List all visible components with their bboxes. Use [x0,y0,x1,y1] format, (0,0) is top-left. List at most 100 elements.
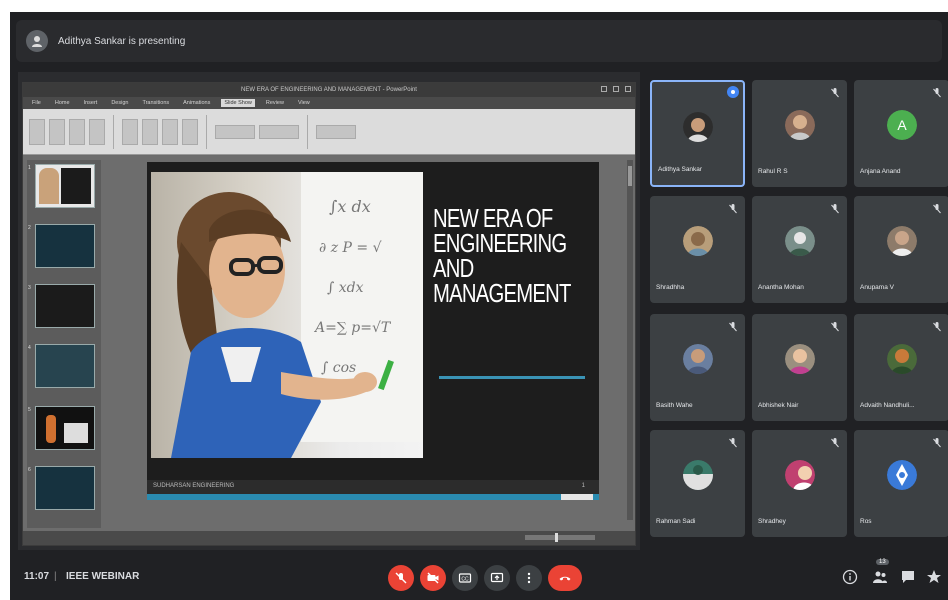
ribbon-button[interactable] [182,118,198,145]
slide-accent-line [439,376,585,379]
avatar [784,460,815,490]
presentation-stage: NEW ERA OF ENGINEERING AND MANAGEMENT - … [18,72,640,550]
mic-toggle-button[interactable] [388,565,414,591]
participant-name: Abhishek Nair [758,402,799,409]
mic-off-icon [729,322,737,332]
avatar [784,226,815,256]
minimize-icon[interactable] [601,86,607,92]
ribbon-tab[interactable]: View [295,99,313,107]
slide-thumbnail[interactable]: 1 [28,164,95,208]
participant-tile[interactable]: Shradhey [752,430,847,537]
presenter-avatar [26,30,48,52]
meeting-details-button[interactable] [842,569,858,585]
participant-name: Anantha Mohan [758,284,804,291]
participant-tile[interactable]: Rahul R S [752,80,847,187]
present-screen-button[interactable] [484,565,510,591]
zoom-slider[interactable] [525,533,595,542]
slide-thumbnail[interactable]: 4 [28,344,95,388]
avatar [886,460,917,490]
participant-tile[interactable]: Ros [854,430,948,537]
activities-icon [927,570,941,583]
chat-button[interactable] [900,569,916,585]
avatar [784,110,815,140]
mic-off-icon [395,572,407,584]
slide-photo: ∫x dx ∂ z P = √ ∫ xdx A=∑ p=√T ∫ cos [151,172,423,458]
pin-icon[interactable] [727,86,739,98]
participant-name: Anjana Anand [860,168,901,175]
participant-name: Advaith Nandhuli... [860,402,915,409]
ribbon-tab[interactable]: Insert [81,99,101,107]
meeting-time: 11:07 [24,571,50,582]
participant-tile[interactable]: Shradhha [650,196,745,303]
svg-text:CC: CC [461,577,469,583]
mic-off-icon [831,204,839,214]
ribbon-dropdown[interactable] [215,124,255,139]
svg-text:∫x dx: ∫x dx [329,197,371,216]
ribbon-divider [206,114,207,149]
ribbon-dropdown[interactable] [259,124,299,139]
ribbon-tab-active[interactable]: Slide Show [221,99,255,107]
participant-tile[interactable]: Adithya Sankar [650,80,745,187]
mic-off-icon [831,88,839,98]
participant-tile[interactable]: Advaith Nandhuli... [854,314,948,421]
ribbon-toolbar [23,109,635,155]
mic-off-icon [933,322,941,332]
slide-thumbnail[interactable]: 6 [28,466,95,510]
participant-tile[interactable]: A Anjana Anand [854,80,948,187]
maximize-icon[interactable] [613,86,619,92]
camera-toggle-button[interactable] [420,565,446,591]
powerpoint-status-bar [23,531,635,545]
slide-thumbnail[interactable]: 3 [28,284,95,328]
participant-name: Basith Wahe [656,402,693,409]
slide-thumbnail[interactable]: 5 [28,406,95,450]
ribbon-button[interactable] [89,118,105,145]
ribbon-button[interactable] [142,118,158,145]
participant-name: Ros [860,518,872,525]
powerpoint-window: NEW ERA OF ENGINEERING AND MANAGEMENT - … [22,82,636,546]
participant-tile[interactable]: Rahman Sadi [650,430,745,537]
slide-title: NEW ERA OF ENGINEERING AND MANAGEMENT [433,203,571,308]
vertical-scrollbar[interactable] [627,160,633,520]
avatar [682,112,713,142]
ribbon-tab[interactable]: Transitions [139,99,172,107]
captions-button[interactable]: CC [452,565,478,591]
ribbon-button[interactable] [122,118,138,145]
participant-name: Adithya Sankar [658,166,703,173]
ribbon-button[interactable] [162,118,178,145]
thumbnail-number: 5 [28,407,31,413]
participant-tile[interactable]: Abhishek Nair [752,314,847,421]
ribbon-divider [307,114,308,149]
ribbon-tab[interactable]: Home [52,99,73,107]
mic-off-icon [933,438,941,448]
bottom-separator: | [54,571,57,582]
thumbnail-number: 2 [28,225,31,231]
info-icon [842,569,858,585]
meeting-name: IEEE WEBINAR [66,571,140,582]
chat-icon [902,571,914,583]
activities-button[interactable] [926,569,942,585]
slide-bottom-bar [147,494,599,500]
participant-tile[interactable]: Anantha Mohan [752,196,847,303]
ribbon-tab[interactable]: File [29,99,44,107]
participants-count-badge: 13 [876,559,889,565]
ribbon-button[interactable] [49,118,65,145]
more-vert-icon [527,572,531,584]
ribbon-tab[interactable]: Design [108,99,131,107]
more-options-button[interactable] [516,565,542,591]
ribbon-dropdown[interactable] [316,124,356,139]
captions-icon: CC [458,573,472,583]
slide-thumbnail[interactable]: 2 [28,224,95,268]
participant-name: Shradhha [656,284,685,291]
participant-tile[interactable]: Basith Wahe [650,314,745,421]
ribbon-button[interactable] [29,118,45,145]
participant-tile[interactable]: Anupama V [854,196,948,303]
ribbon-tab[interactable]: Animations [180,99,213,107]
leave-call-button[interactable] [548,565,582,591]
ribbon-tab[interactable]: Review [263,99,287,107]
svg-text:∫ xdx: ∫ xdx [327,280,364,296]
participants-button[interactable] [872,569,888,585]
ribbon-button[interactable] [69,118,85,145]
svg-text:∫ cos: ∫ cos [321,360,356,376]
close-icon[interactable] [625,86,631,92]
mic-off-icon [831,322,839,332]
